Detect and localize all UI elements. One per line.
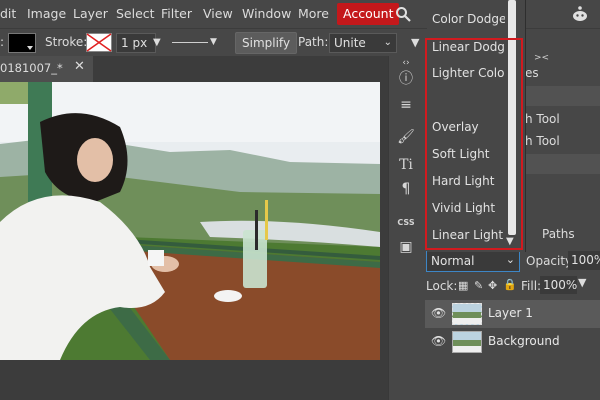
stroke-width-field[interactable]: 1 px xyxy=(116,33,156,53)
layer-row[interactable]: 👁 Layer 1 xyxy=(425,300,600,328)
panel-header-strip xyxy=(525,86,600,106)
css-icon[interactable]: CSS xyxy=(389,212,423,234)
blend-mode-value: Normal xyxy=(431,254,475,268)
chevron-down-icon: ⌄ xyxy=(383,37,392,48)
opacity-field[interactable]: 100% xyxy=(568,251,600,270)
blend-option-color-dodge[interactable]: Color Dodge xyxy=(432,12,506,26)
menu-image[interactable]: Image xyxy=(27,0,66,28)
fill-dropdown-arrow[interactable]: ▼ xyxy=(578,276,586,289)
panel-tab-partial[interactable]: es xyxy=(525,66,539,80)
document-tab[interactable]: 0181007_* ✕ xyxy=(0,56,93,82)
search-icon[interactable] xyxy=(395,6,411,22)
lock-label: Lock: xyxy=(426,279,458,293)
blend-option-overlay[interactable]: Overlay xyxy=(432,120,479,134)
stroke-style-dropdown-arrow[interactable]: ▼ xyxy=(210,29,217,56)
panel-tool-strip: ‹› ⓘ ≡ 🖌 Ti ¶ CSS ▣ xyxy=(388,56,423,400)
scroll-down-arrow[interactable]: ▼ xyxy=(506,236,514,247)
lock-paint-icon[interactable]: ✎ xyxy=(474,279,483,292)
reddit-icon[interactable] xyxy=(570,4,590,24)
path-label: Path: xyxy=(298,35,329,49)
blend-option-soft-light[interactable]: Soft Light xyxy=(432,147,489,161)
history-item-1[interactable]: h Tool xyxy=(525,112,560,126)
layer-thumbnail xyxy=(452,331,482,353)
paragraph-icon[interactable]: ¶ xyxy=(389,178,423,200)
lock-move-icon[interactable]: ✥ xyxy=(488,279,497,292)
character-icon[interactable]: Ti xyxy=(389,154,423,176)
chevron-down-icon: ⌄ xyxy=(505,253,515,266)
document-tab-title: 0181007_* xyxy=(0,61,63,75)
blend-mode-select[interactable]: Normal ⌄ xyxy=(426,251,520,272)
image-icon[interactable]: ▣ xyxy=(389,236,423,258)
fill-label-partial: : xyxy=(0,35,5,49)
stroke-label: Stroke: xyxy=(45,35,88,49)
layer-name: Layer 1 xyxy=(488,306,533,320)
fill-label: Fill: xyxy=(521,279,542,293)
blend-option-linear-dodge[interactable]: Linear Dodge xyxy=(432,40,512,54)
fill-field[interactable]: 100% xyxy=(540,276,577,294)
info-icon[interactable]: ⓘ xyxy=(389,68,423,90)
tab-paths[interactable]: Paths xyxy=(542,227,575,241)
brush-icon[interactable]: 🖌 xyxy=(389,126,423,148)
close-icon[interactable]: ✕ xyxy=(74,59,85,74)
menu-layer[interactable]: Layer xyxy=(73,0,108,28)
path-mode-value: Unite xyxy=(334,36,366,50)
blend-option-hard-light[interactable]: Hard Light xyxy=(432,174,494,188)
stroke-color-swatch[interactable] xyxy=(86,33,112,52)
canvas-photo[interactable] xyxy=(0,82,380,360)
history-item-2[interactable]: h Tool xyxy=(525,134,560,148)
photo-image xyxy=(0,82,380,360)
panel-divider xyxy=(525,154,600,174)
layer-row[interactable]: 👁 Background xyxy=(425,328,600,356)
adjustments-icon[interactable]: ≡ xyxy=(389,94,423,116)
blend-option-lighter-color[interactable]: Lighter Color xyxy=(432,66,509,80)
blend-option-vivid-light[interactable]: Vivid Light xyxy=(432,201,495,215)
menu-view[interactable]: View xyxy=(203,0,233,28)
menu-window[interactable]: Window xyxy=(242,0,291,28)
path-mode-select[interactable]: Unite ⌄ xyxy=(329,33,397,53)
menu-filter[interactable]: Filter xyxy=(161,0,192,28)
menu-edit[interactable]: dit xyxy=(0,0,16,28)
lock-all-icon[interactable]: 🔒 xyxy=(503,278,517,291)
eye-icon[interactable]: 👁 xyxy=(431,334,446,348)
lock-transparency-icon[interactable]: ▦ xyxy=(458,279,468,292)
dropdown-scrollbar-thumb[interactable] xyxy=(508,0,516,235)
layer-name: Background xyxy=(488,334,560,348)
stroke-width-dropdown-arrow[interactable]: ▼ xyxy=(153,29,161,56)
fill-color-swatch[interactable] xyxy=(8,33,36,53)
account-button[interactable]: Account xyxy=(337,3,400,25)
stroke-style-line[interactable] xyxy=(172,42,208,43)
collapse-panel-icon-right[interactable]: >< xyxy=(534,53,549,63)
blend-option-linear-light[interactable]: Linear Light xyxy=(432,228,503,242)
menu-select[interactable]: Select xyxy=(116,0,155,28)
simplify-button[interactable]: Simplify xyxy=(235,32,298,54)
eye-icon[interactable]: 👁 xyxy=(431,306,446,320)
menu-more[interactable]: More xyxy=(298,0,329,28)
layer-thumbnail xyxy=(452,303,482,325)
